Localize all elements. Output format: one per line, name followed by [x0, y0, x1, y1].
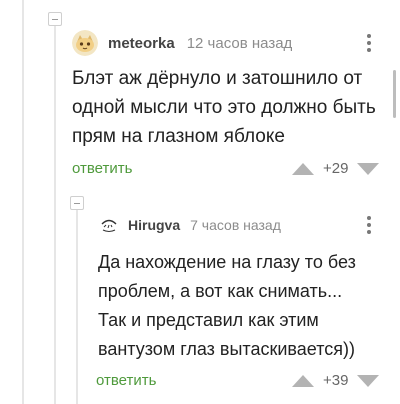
- comment-meteorka: meteorka 12 часов назад Блэт аж дёрнуло …: [0, 0, 400, 190]
- cat-avatar-icon[interactable]: [72, 30, 98, 56]
- comment-text-line: Да нахождение на глазу то без: [98, 252, 356, 272]
- more-menu-icon[interactable]: [366, 34, 372, 52]
- comment-header: meteorka 12 часов назад: [72, 30, 292, 56]
- more-menu-icon[interactable]: [366, 216, 372, 234]
- reply-button[interactable]: ответить: [96, 372, 156, 389]
- rating-block: +39: [292, 372, 380, 389]
- comment-time[interactable]: 7 часов назад: [190, 217, 281, 233]
- comment-text: Да нахождение на глазу то без проблем, а…: [98, 248, 356, 364]
- comment-text-line: вантузом глаз вытаскивается)): [98, 339, 355, 359]
- username[interactable]: Hirugva: [128, 217, 180, 233]
- comment-header: Hirugva 7 часов назад: [98, 214, 281, 236]
- downvote-arrow-icon[interactable]: [357, 162, 380, 175]
- upvote-arrow-icon[interactable]: [292, 162, 314, 175]
- comment-hirugva: Hirugva 7 часов назад Да нахождение на г…: [0, 200, 400, 404]
- downvote-arrow-icon[interactable]: [357, 374, 380, 387]
- comment-text-line: одной мысли что это должно быть: [72, 97, 376, 118]
- scrollbar[interactable]: [393, 70, 396, 118]
- rating-value: +29: [323, 160, 349, 177]
- comment-text-line: прям на глазном яблоке: [72, 126, 285, 147]
- sketch-avatar-icon[interactable]: [98, 214, 120, 236]
- upvote-arrow-icon[interactable]: [292, 374, 314, 387]
- username[interactable]: meteorka: [108, 35, 175, 52]
- rating-block: +29: [292, 160, 380, 177]
- rating-value: +39: [323, 372, 349, 389]
- comment-text-line: проблем, а вот как снимать...: [98, 281, 343, 301]
- comment-time[interactable]: 12 часов назад: [187, 35, 293, 52]
- comment-text-line: Так и представил как этим: [98, 310, 319, 330]
- comment-text-line: Блэт аж дёрнуло и затошнило от: [72, 68, 363, 89]
- comment-text: Блэт аж дёрнуло и затошнило от одной мыс…: [72, 64, 376, 151]
- reply-button[interactable]: ответить: [72, 160, 132, 177]
